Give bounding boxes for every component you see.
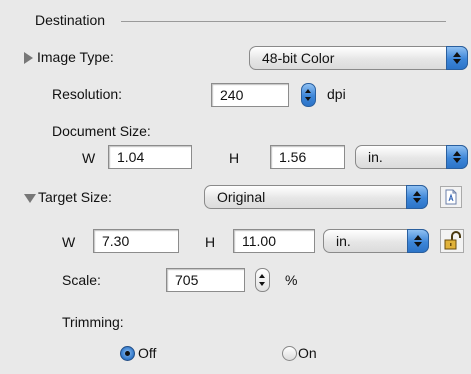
scale-unit: % — [285, 272, 298, 288]
target-height-label: H — [205, 234, 216, 250]
popup-arrows-icon — [446, 46, 468, 70]
resolution-stepper[interactable] — [301, 83, 316, 107]
document-size-label: Document Size: — [52, 123, 151, 139]
scale-label: Scale: — [62, 272, 101, 288]
target-width-field[interactable]: 7.30 — [93, 229, 179, 253]
document-height-field[interactable]: 1.56 — [270, 145, 345, 169]
target-height-field[interactable]: 11.00 — [233, 229, 315, 253]
target-size-popup[interactable]: Original — [204, 185, 428, 209]
target-size-label: Target Size: — [38, 189, 112, 205]
scale-field[interactable]: 705 — [166, 268, 245, 292]
popup-arrows-icon — [407, 229, 429, 253]
image-type-value: 48-bit Color — [262, 50, 335, 66]
target-unit-popup[interactable]: in. — [323, 229, 429, 253]
image-type-popup[interactable]: 48-bit Color — [249, 46, 468, 70]
trimming-on-radio[interactable] — [282, 346, 297, 361]
destination-panel: Destination Image Type: 48-bit Color Res… — [0, 0, 471, 374]
popup-arrows-icon — [406, 185, 428, 209]
document-height-label: H — [229, 150, 240, 166]
disclosure-triangle-icon[interactable] — [24, 52, 33, 64]
popup-arrows-icon — [446, 145, 468, 169]
document-width-label: W — [82, 150, 96, 166]
trimming-off-radio[interactable] — [120, 346, 135, 361]
resolution-field[interactable]: 240 — [211, 83, 289, 107]
document-unit-popup[interactable]: in. — [355, 145, 468, 169]
resolution-label: Resolution: — [52, 86, 123, 102]
target-size-value: Original — [217, 189, 266, 205]
resolution-unit: dpi — [327, 86, 346, 102]
target-unit-value: in. — [336, 233, 351, 249]
padlock-icon[interactable] — [440, 229, 464, 253]
section-title: Destination — [35, 12, 106, 28]
document-unit-value: in. — [368, 149, 383, 165]
section-divider — [121, 21, 446, 22]
disclosure-triangle-icon[interactable] — [24, 194, 36, 203]
trimming-label: Trimming: — [62, 314, 124, 330]
scale-stepper[interactable] — [255, 268, 270, 292]
target-width-label: W — [62, 234, 76, 250]
document-width-field[interactable]: 1.04 — [108, 145, 192, 169]
document-icon[interactable] — [440, 186, 462, 208]
trimming-off-label[interactable]: Off — [138, 345, 156, 361]
trimming-on-label[interactable]: On — [298, 345, 317, 361]
image-type-label: Image Type: — [37, 49, 114, 65]
